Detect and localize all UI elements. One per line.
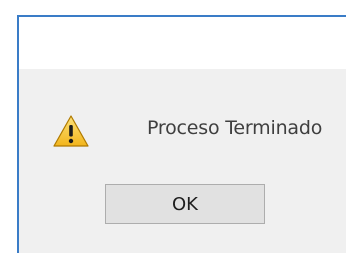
dialog-title-bar (19, 17, 346, 69)
ok-button[interactable]: OK (105, 184, 265, 224)
warning-icon (53, 115, 89, 147)
dialog-message: Proceso Terminado (147, 117, 323, 139)
message-dialog: Proceso Terminado OK (17, 15, 346, 253)
screen: Proceso Terminado OK (0, 0, 346, 253)
